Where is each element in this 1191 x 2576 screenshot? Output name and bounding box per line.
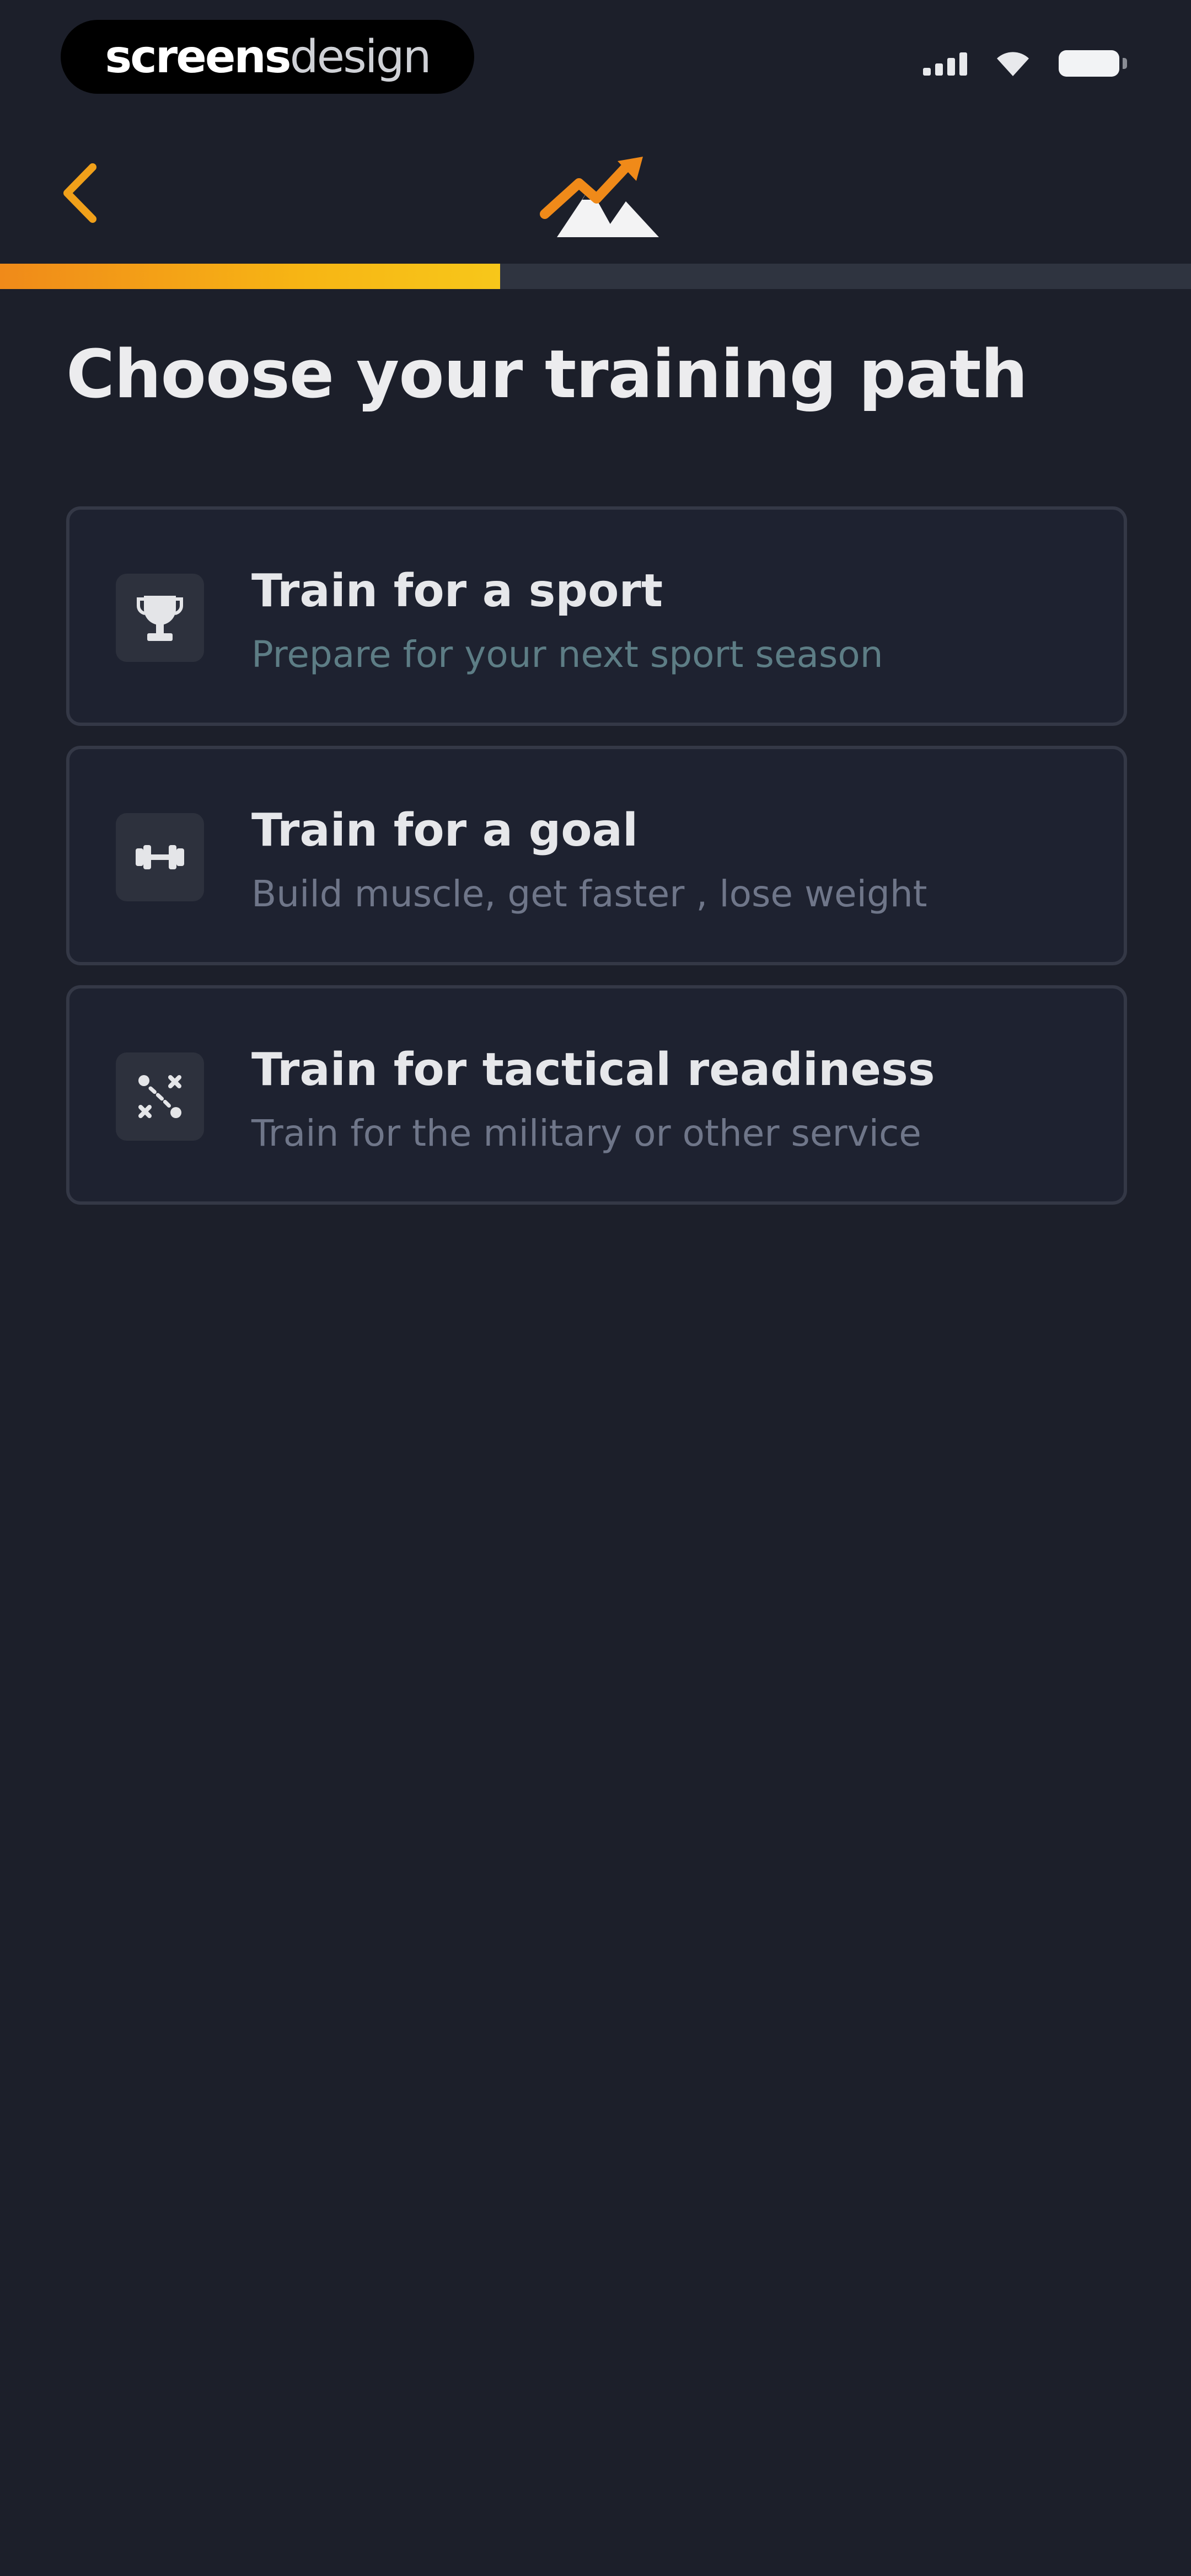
progress-bar-fill <box>0 264 501 289</box>
option-subtitle: Build muscle, get faster , lose weight <box>251 873 927 915</box>
option-title: Train for tactical readiness <box>251 1044 935 1096</box>
wifi-icon <box>997 52 1029 76</box>
dumbbell-icon <box>136 845 184 869</box>
option-title: Train for a sport <box>251 565 663 617</box>
watermark-light-text: design <box>289 30 432 83</box>
chevron-left-icon <box>63 163 96 223</box>
status-icons <box>923 50 1127 77</box>
status-bar: screens design <box>0 0 1191 121</box>
option-subtitle: Train for the military or other service <box>251 1112 921 1155</box>
back-button[interactable] <box>50 154 110 232</box>
option-subtitle: Prepare for your next sport season <box>251 633 883 676</box>
progress-bar <box>0 264 1191 289</box>
nav-header <box>0 132 1191 259</box>
option-title: Train for a goal <box>251 804 639 857</box>
watermark-bold-text: screens <box>105 30 291 83</box>
training-path-options: Train for a sport Prepare for your next … <box>66 506 1127 1225</box>
page-title: Choose your training path <box>66 336 1028 413</box>
tactical-icon <box>138 1075 181 1118</box>
battery-icon <box>1059 50 1127 77</box>
option-train-for-sport[interactable]: Train for a sport Prepare for your next … <box>66 506 1127 726</box>
option-icon-box <box>116 574 204 662</box>
mountain-logo-icon <box>540 157 659 237</box>
option-train-for-tactical-readiness[interactable]: Train for tactical readiness Train for t… <box>66 985 1127 1205</box>
option-icon-box <box>116 813 204 901</box>
trophy-icon <box>136 596 184 641</box>
screensdesign-watermark: screens design <box>61 20 474 94</box>
option-icon-box <box>116 1052 204 1141</box>
signal-icon <box>923 51 967 76</box>
option-train-for-goal[interactable]: Train for a goal Build muscle, get faste… <box>66 746 1127 965</box>
